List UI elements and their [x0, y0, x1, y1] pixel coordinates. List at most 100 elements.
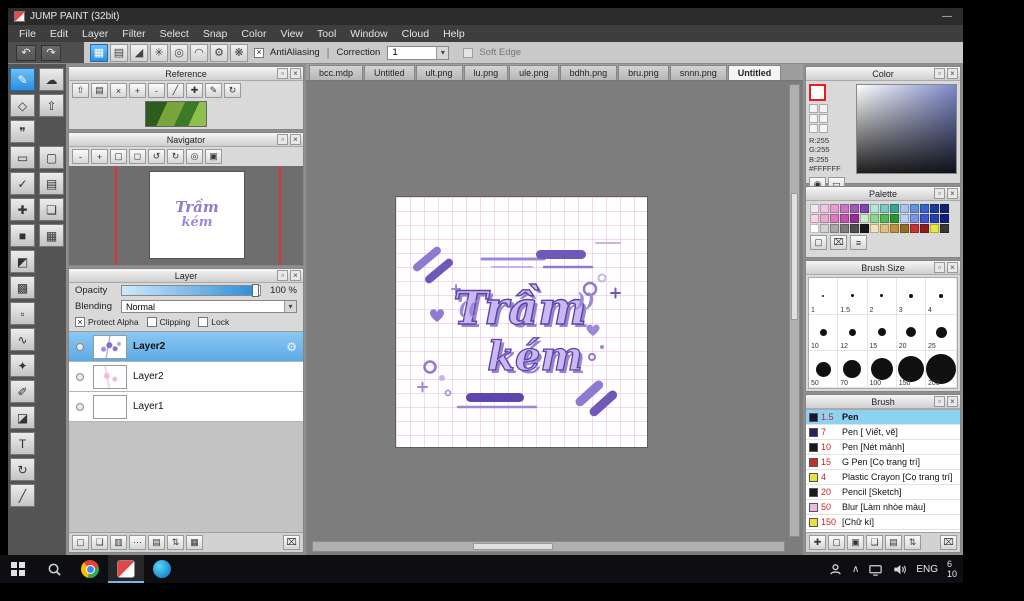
dock-icon[interactable]: ▫ — [934, 188, 945, 199]
palette-swatch[interactable] — [840, 224, 849, 233]
ref-hand-button[interactable]: ✚ — [186, 83, 203, 98]
vertical-scrollbar-thumb[interactable] — [791, 193, 798, 320]
brush-item[interactable]: 1.5 Pen — [806, 410, 960, 425]
smudge-tool[interactable]: ☁ — [39, 68, 64, 91]
brush-tool[interactable]: ✎ — [10, 68, 35, 91]
document-tool[interactable]: ▤ — [39, 172, 64, 195]
layer-row[interactable]: Layer1 — [69, 392, 303, 422]
menu-item-file[interactable]: File — [12, 28, 43, 40]
snap-circle-button[interactable]: ◎ — [170, 43, 188, 62]
history-swatch[interactable] — [819, 124, 828, 133]
gradient-tool[interactable]: ▩ — [10, 276, 35, 299]
brush-size-200[interactable]: 200 — [926, 351, 957, 388]
palette-swatch[interactable] — [810, 224, 819, 233]
tab-bcc-mdp[interactable]: bcc.mdp — [309, 65, 364, 80]
close-icon[interactable]: × — [947, 188, 958, 199]
layer-folder-button[interactable]: ▤ — [148, 535, 165, 550]
palette-swatch[interactable] — [840, 204, 849, 213]
nav-zoom-in-button[interactable]: + — [91, 149, 108, 164]
brush-new-button[interactable]: ▢ — [828, 535, 845, 550]
palette-swatch[interactable] — [900, 224, 909, 233]
brush-size-2[interactable]: 2 — [867, 278, 897, 315]
snap-settings-button[interactable]: ⚙ — [210, 43, 228, 62]
palette-swatch[interactable] — [850, 214, 859, 223]
lock-checkbox[interactable] — [198, 317, 209, 327]
palette-swatch[interactable] — [920, 214, 929, 223]
menu-item-filter[interactable]: Filter — [115, 28, 152, 40]
vertical-scrollbar[interactable] — [789, 84, 800, 537]
brush-item[interactable]: 4 Plastic Crayon [Cọ trang trí] — [806, 470, 960, 485]
palette-swatch[interactable] — [870, 224, 879, 233]
brush-item[interactable]: 7 Pen [ Viết, vẽ] — [806, 425, 960, 440]
canvas-area[interactable]: Trầm kém Trầm kém (( )) — [306, 81, 803, 555]
brush-size-25[interactable]: 25 — [926, 314, 957, 352]
palette-swatch[interactable] — [900, 214, 909, 223]
current-color-swatch[interactable] — [809, 84, 826, 101]
close-icon[interactable]: × — [290, 68, 301, 79]
rounded-rect-tool[interactable]: ▢ — [39, 146, 64, 169]
menu-item-window[interactable]: Window — [343, 28, 394, 40]
rotate-tool[interactable]: ↻ — [10, 458, 35, 481]
palette-swatch[interactable] — [890, 224, 899, 233]
brush-size-20[interactable]: 20 — [896, 314, 926, 352]
palette-swatch[interactable] — [880, 224, 889, 233]
jump-paint-taskbar-button[interactable] — [108, 555, 144, 583]
menu-item-layer[interactable]: Layer — [75, 28, 115, 40]
snap-off-button[interactable]: ▦ — [90, 43, 108, 62]
history-swatch[interactable] — [819, 104, 828, 113]
layer-settings-icon[interactable]: ⚙ — [286, 340, 297, 354]
grid-tool[interactable]: ▦ — [39, 224, 64, 247]
snap-special-button[interactable]: ❋ — [230, 43, 248, 62]
horizontal-scrollbar-thumb[interactable] — [473, 543, 554, 550]
tab-snnn-png[interactable]: snnn.png — [669, 65, 727, 80]
dock-icon[interactable]: ▫ — [934, 396, 945, 407]
opacity-slider-handle[interactable] — [252, 284, 259, 297]
menu-item-select[interactable]: Select — [153, 28, 196, 40]
palette-swatch[interactable] — [810, 214, 819, 223]
palette-menu-button[interactable]: ≡ — [850, 235, 867, 250]
close-icon[interactable]: × — [947, 262, 958, 273]
tab-untitled[interactable]: Untitled — [364, 65, 415, 80]
brush-size-12[interactable]: 12 — [838, 314, 868, 352]
redo-button[interactable]: ↷ — [41, 44, 61, 61]
dock-icon[interactable]: ▫ — [277, 270, 288, 281]
ref-rotate-button[interactable]: ↻ — [224, 83, 241, 98]
color-gradient-picker[interactable] — [856, 84, 957, 174]
brush-item[interactable]: 15 G Pen [Cọ trang trí] — [806, 455, 960, 470]
history-swatch[interactable] — [809, 124, 818, 133]
brush-size-15[interactable]: 15 — [867, 314, 897, 352]
nav-lock-button[interactable]: ▣ — [205, 149, 222, 164]
brush-folder-button[interactable]: ▤ — [885, 535, 902, 550]
nav-reset-button[interactable]: ◎ — [186, 149, 203, 164]
nav-actual-size-button[interactable]: ◻ — [129, 149, 146, 164]
tab-ule-png[interactable]: ule.png — [509, 65, 559, 80]
menu-item-snap[interactable]: Snap — [196, 28, 235, 40]
nav-fit-button[interactable]: ▢ — [110, 149, 127, 164]
start-button[interactable] — [0, 555, 36, 583]
palette-new-button[interactable]: ▢ — [810, 235, 827, 250]
minimize-button[interactable]: — — [937, 11, 957, 22]
palette-swatch[interactable] — [870, 204, 879, 213]
palette-swatch[interactable] — [850, 204, 859, 213]
brush-item[interactable]: 10 Pen [Nét mảnh] — [806, 440, 960, 455]
fill-rect-tool[interactable]: ■ — [10, 224, 35, 247]
opacity-slider[interactable] — [121, 284, 261, 297]
layer-move-up-button[interactable]: ⇅ — [167, 535, 184, 550]
dock-icon[interactable]: ▫ — [934, 68, 945, 79]
navigator-preview-canvas[interactable]: Trầm kém — [149, 171, 245, 259]
ref-pen-button[interactable]: ✎ — [205, 83, 222, 98]
ref-clear-button[interactable]: × — [110, 83, 127, 98]
palette-swatch[interactable] — [820, 204, 829, 213]
palette-swatch[interactable] — [940, 214, 949, 223]
layer-duplicate-button[interactable]: ❏ — [91, 535, 108, 550]
palette-swatch[interactable] — [920, 224, 929, 233]
close-icon[interactable]: × — [290, 270, 301, 281]
navigator-preview[interactable]: Trầm kém — [69, 166, 303, 265]
brush-size-1.5[interactable]: 1.5 — [838, 278, 868, 315]
palette-swatch[interactable] — [880, 214, 889, 223]
palette-swatch[interactable] — [930, 204, 939, 213]
history-swatch[interactable] — [809, 104, 818, 113]
select-pen-tool[interactable]: ✐ — [10, 380, 35, 403]
tab-untitled[interactable]: Untitled — [727, 65, 782, 80]
marquee-select-tool[interactable]: ▫ — [10, 302, 35, 325]
